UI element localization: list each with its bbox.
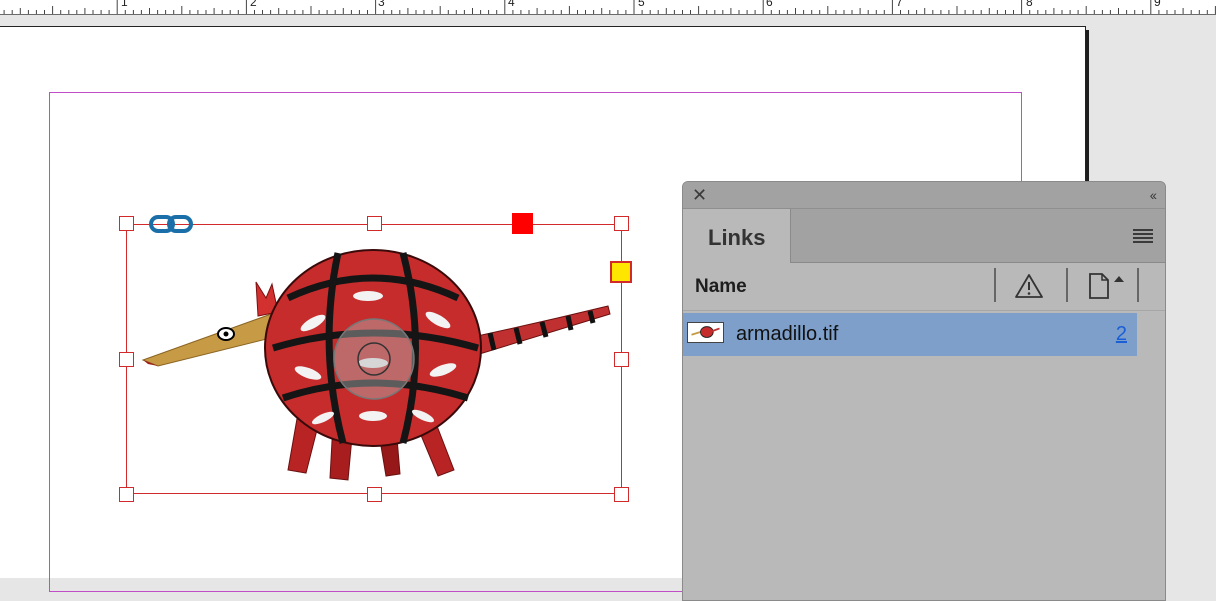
page-icon[interactable]	[1088, 272, 1130, 300]
collapse-icon[interactable]: ‹‹	[1150, 186, 1157, 204]
frame-handle-middle-left[interactable]	[119, 352, 134, 367]
frame-handle-bottom-right[interactable]	[614, 487, 629, 502]
corner-options-handle[interactable]	[610, 261, 632, 283]
ruler-number: 5	[638, 0, 645, 9]
warning-icon[interactable]	[1015, 273, 1043, 299]
link-page-number[interactable]: 2	[1116, 323, 1127, 346]
frame-handle-middle-right[interactable]	[614, 352, 629, 367]
hamburger-menu-icon[interactable]	[1133, 229, 1153, 243]
ruler-number: 3	[378, 0, 385, 9]
ruler-number: 2	[250, 0, 257, 9]
column-divider[interactable]	[1066, 268, 1068, 302]
ruler-number: 7	[896, 0, 903, 9]
link-row[interactable]: armadillo.tif 2	[683, 313, 1137, 356]
frame-out-port[interactable]	[512, 213, 533, 234]
link-icon[interactable]	[149, 212, 193, 236]
frame-handle-top-center[interactable]	[367, 216, 382, 231]
ruler-number: 6	[766, 0, 773, 9]
column-divider[interactable]	[994, 268, 996, 302]
ruler-number: 4	[508, 0, 515, 9]
frame-handle-bottom-center[interactable]	[367, 487, 382, 502]
ruler-number: 1	[121, 0, 128, 9]
graphic-frame[interactable]	[126, 224, 622, 494]
ruler-number: 8	[1026, 0, 1033, 9]
link-name[interactable]: armadillo.tif	[736, 323, 838, 346]
close-icon[interactable]: ✕	[692, 185, 707, 205]
horizontal-ruler[interactable]: 1 2 3 4 5 6 7 8 9	[0, 0, 1216, 15]
column-divider[interactable]	[1137, 268, 1139, 302]
ruler-ticks	[3, 0, 1216, 14]
tab-links[interactable]: Links	[683, 209, 791, 263]
frame-handle-top-right[interactable]	[614, 216, 629, 231]
column-header: Name	[683, 263, 1165, 311]
link-thumbnail	[687, 322, 724, 343]
column-name-header[interactable]: Name	[695, 276, 747, 298]
frame-handle-bottom-left[interactable]	[119, 487, 134, 502]
panel-titlebar[interactable]: ✕ ‹‹	[683, 182, 1165, 209]
panel-tabbar: Links	[683, 209, 1165, 263]
links-panel: ✕ ‹‹ Links Name armadillo.tif 2	[682, 181, 1166, 601]
frame-handle-top-left[interactable]	[119, 216, 134, 231]
ruler-number: 9	[1154, 0, 1161, 9]
